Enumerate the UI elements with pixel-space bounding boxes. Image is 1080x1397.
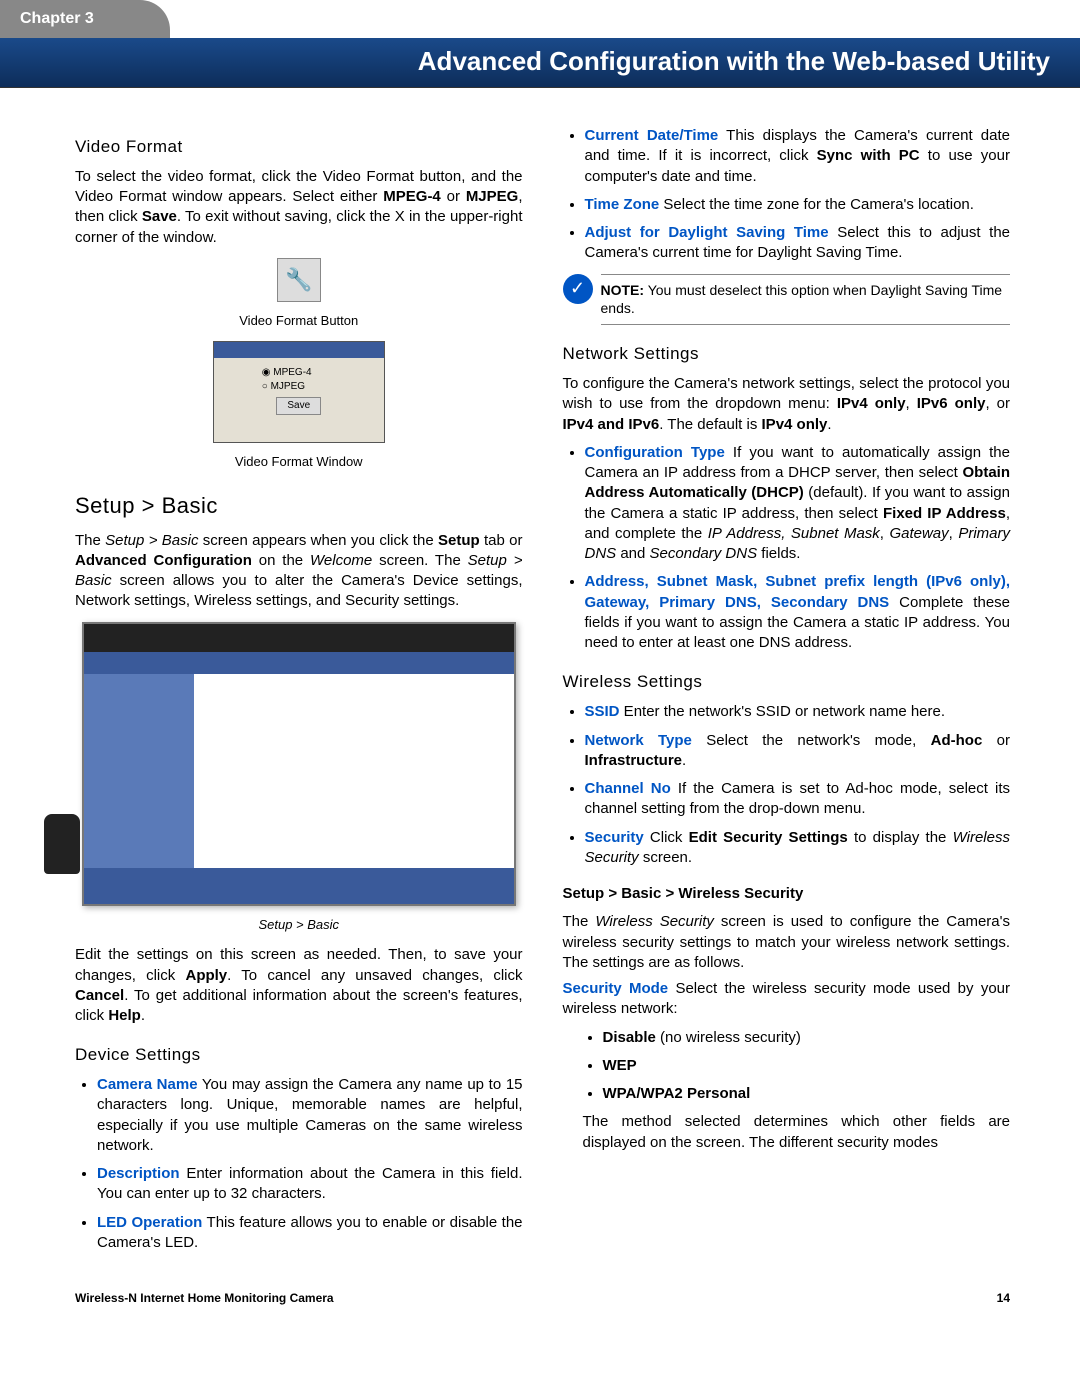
wpa-item: WPA/WPA2 Personal [603, 1084, 1011, 1104]
wireless-settings-heading: Wireless Settings [563, 671, 1011, 694]
wireless-security-heading: Setup > Basic > Wireless Security [563, 884, 1011, 904]
footer-product: Wireless-N Internet Home Monitoring Came… [75, 1291, 334, 1305]
device-settings-heading: Device Settings [75, 1044, 523, 1067]
security-mode-text: Security Mode Select the wireless securi… [563, 979, 1011, 1020]
video-format-window-image: ◉ MPEG-4 ○ MJPEG Save [213, 341, 385, 443]
edit-instructions: Edit the settings on this screen as need… [75, 945, 523, 1026]
page-number: 14 [997, 1291, 1010, 1305]
security-item: Security Click Edit Security Settings to… [585, 828, 1011, 869]
time-zone-item: Time Zone Select the time zone for the C… [585, 195, 1011, 215]
chapter-tab: Chapter 3 [0, 0, 170, 38]
setup-basic-text: The Setup > Basic screen appears when yo… [75, 531, 523, 612]
content-area: Video Format To select the video format,… [0, 88, 1080, 1281]
method-text: The method selected determines which oth… [583, 1112, 1011, 1153]
camera-name-item: Camera Name You may assign the Camera an… [97, 1075, 523, 1156]
config-type-item: Configuration Type If you want to automa… [585, 443, 1011, 565]
network-settings-heading: Network Settings [563, 343, 1011, 366]
current-date-item: Current Date/Time This displays the Came… [585, 126, 1011, 187]
setup-basic-heading: Setup > Basic [75, 491, 523, 521]
wireless-list: SSID Enter the network's SSID or network… [563, 702, 1011, 868]
address-item: Address, Subnet Mask, Subnet prefix leng… [585, 572, 1011, 653]
network-list: Configuration Type If you want to automa… [563, 443, 1011, 654]
note-text: NOTE: You must deselect this option when… [601, 274, 1011, 326]
led-operation-item: LED Operation This feature allows you to… [97, 1213, 523, 1254]
security-mode-list: Disable (no wireless security) WEP WPA/W… [563, 1028, 1011, 1105]
setup-basic-caption: Setup > Basic [75, 916, 523, 934]
network-settings-text: To configure the Camera's network settin… [563, 374, 1011, 435]
datetime-list: Current Date/Time This displays the Came… [563, 126, 1011, 264]
video-format-heading: Video Format [75, 136, 523, 159]
device-settings-list: Camera Name You may assign the Camera an… [75, 1075, 523, 1253]
dst-item: Adjust for Daylight Saving Time Select t… [585, 223, 1011, 264]
video-format-text: To select the video format, click the Vi… [75, 167, 523, 248]
video-format-button-caption: Video Format Button [75, 312, 523, 330]
wep-item: WEP [603, 1056, 1011, 1076]
video-format-button-image [277, 258, 321, 302]
page-title-bar: Advanced Configuration with the Web-base… [0, 38, 1080, 88]
page-footer: Wireless-N Internet Home Monitoring Came… [0, 1281, 1080, 1325]
channel-item: Channel No If the Camera is set to Ad-ho… [585, 779, 1011, 820]
ssid-item: SSID Enter the network's SSID or network… [585, 702, 1011, 722]
setup-basic-screenshot [82, 622, 516, 906]
checkmark-icon: ✓ [563, 274, 593, 304]
network-type-item: Network Type Select the network's mode, … [585, 731, 1011, 772]
description-item: Description Enter information about the … [97, 1164, 523, 1205]
right-column: Current Date/Time This displays the Came… [563, 118, 1011, 1261]
disable-item: Disable (no wireless security) [603, 1028, 1011, 1048]
left-column: Video Format To select the video format,… [75, 118, 523, 1261]
video-format-window-caption: Video Format Window [75, 453, 523, 471]
wireless-security-text: The Wireless Security screen is used to … [563, 912, 1011, 973]
note-box: ✓ NOTE: You must deselect this option wh… [563, 274, 1011, 326]
